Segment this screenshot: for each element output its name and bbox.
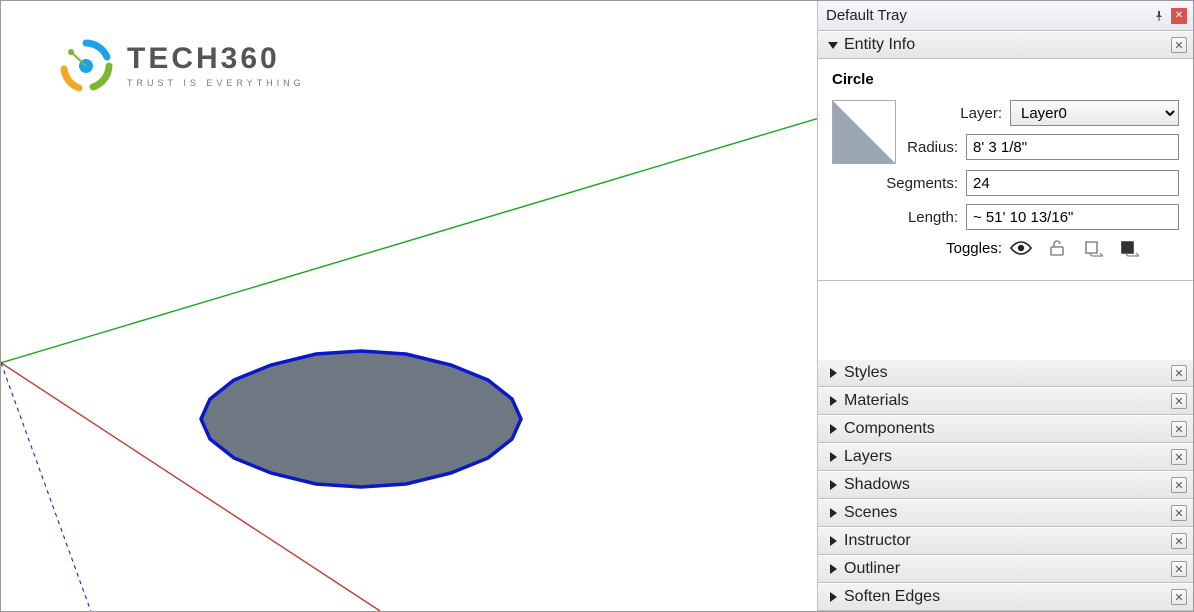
panel-label: Soften Edges — [844, 588, 940, 606]
triangle-right-icon — [826, 424, 840, 434]
panel-close-icon[interactable]: ✕ — [1171, 421, 1187, 437]
entity-info-body: Circle Layer: Layer0 Radius: Segments: — [818, 59, 1193, 281]
drawn-circle-entity[interactable] — [196, 339, 526, 499]
panel-header-soften-edges[interactable]: Soften Edges ✕ — [818, 583, 1193, 611]
panel-header-shadows[interactable]: Shadows ✕ — [818, 471, 1193, 499]
cast-shadows-toggle-icon[interactable] — [1082, 238, 1104, 258]
triangle-right-icon — [826, 536, 840, 546]
panel-label: Entity Info — [844, 36, 915, 54]
panel-header-outliner[interactable]: Outliner ✕ — [818, 555, 1193, 583]
panel-label: Materials — [844, 392, 909, 410]
tray-title-text: Default Tray — [826, 7, 907, 24]
close-icon[interactable]: ✕ — [1171, 8, 1187, 24]
material-thumbnail[interactable] — [832, 100, 896, 164]
panel-header-instructor[interactable]: Instructor ✕ — [818, 527, 1193, 555]
panel-label: Outliner — [844, 560, 900, 578]
triangle-right-icon — [826, 396, 840, 406]
visible-toggle-eye-icon[interactable] — [1010, 238, 1032, 258]
panel-close-icon[interactable]: ✕ — [1171, 477, 1187, 493]
panel-header-scenes[interactable]: Scenes ✕ — [818, 499, 1193, 527]
triangle-right-icon — [826, 508, 840, 518]
panel-header-materials[interactable]: Materials ✕ — [818, 387, 1193, 415]
triangle-down-icon — [826, 40, 840, 50]
panel-close-icon[interactable]: ✕ — [1171, 393, 1187, 409]
panel-close-icon[interactable]: ✕ — [1171, 449, 1187, 465]
tray-titlebar[interactable]: Default Tray ✕ — [818, 1, 1193, 31]
panel-header-layers[interactable]: Layers ✕ — [818, 443, 1193, 471]
logo-brand: TECH360 — [127, 44, 305, 74]
viewport-3d[interactable]: TECH360 TRUST IS EVERYTHING — [1, 1, 817, 611]
receive-shadows-toggle-icon[interactable] — [1118, 238, 1140, 258]
triangle-right-icon — [826, 480, 840, 490]
collapsed-panels: Styles ✕ Materials ✕ Components ✕ Layers… — [818, 359, 1193, 611]
panel-label: Instructor — [844, 532, 911, 550]
logo: TECH360 TRUST IS EVERYTHING — [57, 37, 305, 95]
panel-label: Styles — [844, 364, 888, 382]
panel-close-icon[interactable]: ✕ — [1171, 533, 1187, 549]
segments-label: Segments: — [832, 175, 966, 192]
toggles-label: Toggles: — [832, 240, 1010, 257]
logo-tagline: TRUST IS EVERYTHING — [127, 78, 305, 88]
panel-header-entity-info[interactable]: Entity Info ✕ — [818, 31, 1193, 59]
panel-close-icon[interactable]: ✕ — [1171, 589, 1187, 605]
panel-label: Layers — [844, 448, 892, 466]
lock-toggle-icon[interactable] — [1046, 238, 1068, 258]
triangle-right-icon — [826, 368, 840, 378]
length-input[interactable] — [966, 204, 1179, 230]
pin-icon[interactable] — [1151, 8, 1167, 24]
layer-select[interactable]: Layer0 — [1010, 100, 1179, 126]
triangle-right-icon — [826, 592, 840, 602]
triangle-right-icon — [826, 564, 840, 574]
panel-label: Components — [844, 420, 935, 438]
radius-input[interactable] — [966, 134, 1179, 160]
length-label: Length: — [832, 209, 966, 226]
panel-close-icon[interactable]: ✕ — [1171, 505, 1187, 521]
panel-close-icon[interactable]: ✕ — [1171, 561, 1187, 577]
triangle-right-icon — [826, 452, 840, 462]
logo-mark-icon — [57, 37, 115, 95]
default-tray: Default Tray ✕ Entity Info ✕ Circle — [817, 1, 1193, 611]
panel-close-icon[interactable]: ✕ — [1171, 37, 1187, 53]
entity-type: Circle — [832, 71, 1179, 88]
panel-close-icon[interactable]: ✕ — [1171, 365, 1187, 381]
segments-input[interactable] — [966, 170, 1179, 196]
panel-header-styles[interactable]: Styles ✕ — [818, 359, 1193, 387]
panel-label: Shadows — [844, 476, 910, 494]
panel-header-components[interactable]: Components ✕ — [818, 415, 1193, 443]
panel-label: Scenes — [844, 504, 897, 522]
